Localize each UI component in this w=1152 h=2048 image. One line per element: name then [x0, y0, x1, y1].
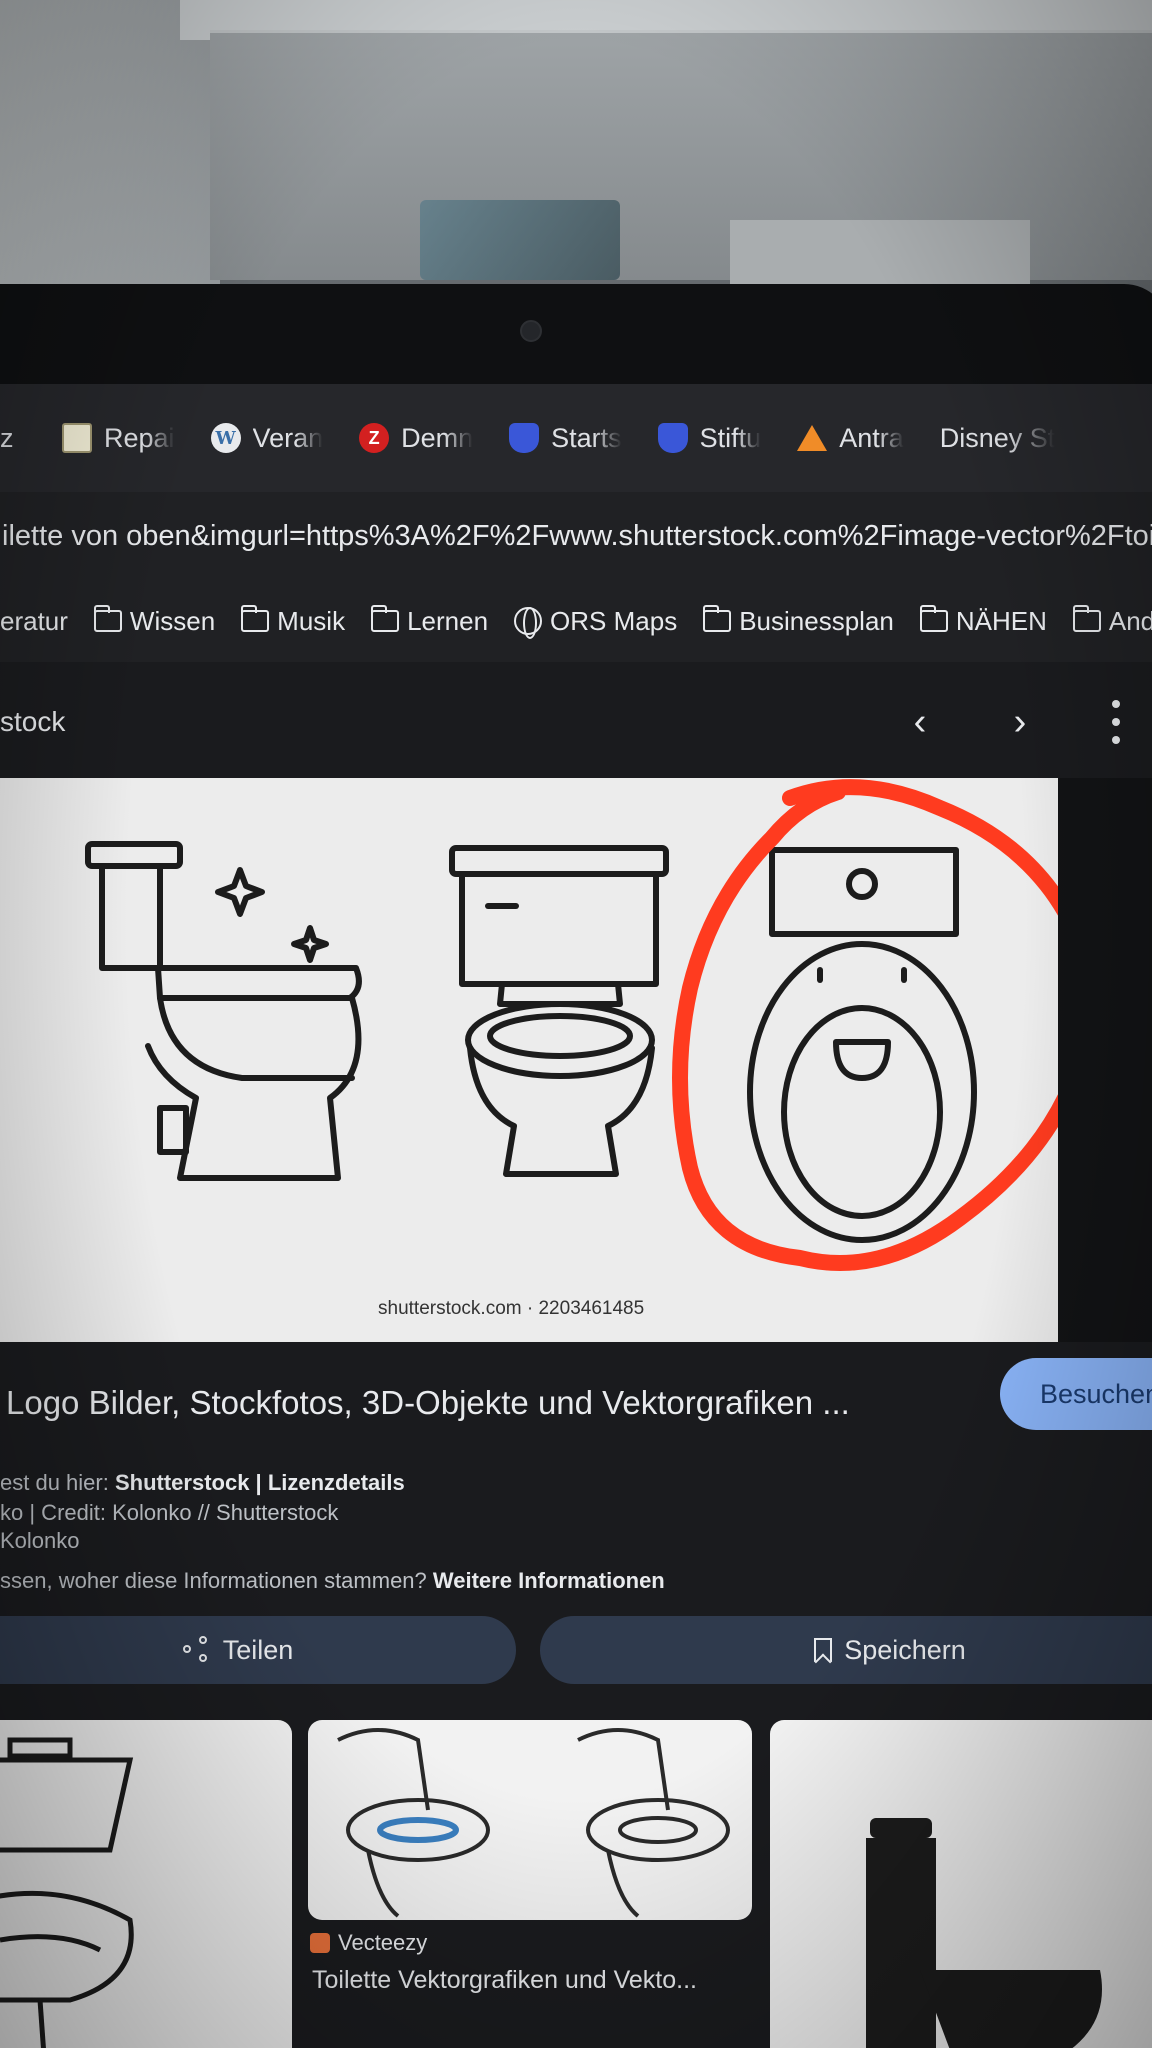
related-source: Vecteezy	[310, 1930, 427, 1956]
tab-7[interactable]: Disney St	[922, 408, 1074, 468]
info-prefix: ssen, woher diese Informationen stammen?	[0, 1568, 433, 1593]
bookmark-icon	[814, 1638, 833, 1662]
tab-label: Veran	[252, 422, 324, 453]
chevron-left-icon[interactable]: ‹	[900, 701, 940, 743]
shield-icon	[657, 423, 688, 453]
related-thumbnail[interactable]	[0, 1720, 292, 2048]
more-vert-icon[interactable]	[1106, 700, 1126, 744]
tab-0[interactable]: z	[0, 408, 44, 468]
tab-3[interactable]: Z Demn	[341, 408, 491, 468]
tab-label: z	[0, 422, 14, 453]
share-icon	[182, 1636, 211, 1664]
info-line: ssen, woher diese Informationen stammen?…	[0, 1568, 665, 1594]
author-line: Kolonko	[0, 1528, 80, 1553]
background-wall	[0, 0, 220, 330]
image-watermark: shutterstock.com · 2203461485	[378, 1298, 645, 1319]
credit-line: ko | Credit: Kolonko // Shutterstock	[0, 1500, 339, 1525]
source-title: stock	[0, 706, 66, 737]
source-link[interactable]: Shutterstock	[115, 1470, 249, 1495]
bookmark-3[interactable]: Lernen	[371, 605, 489, 637]
panel-edge	[1058, 778, 1152, 1342]
share-label: Teilen	[222, 1634, 294, 1665]
bookmark-6[interactable]: NÄHEN	[919, 605, 1047, 637]
related-thumbnail[interactable]	[308, 1720, 752, 1920]
related-source-label: Vecteezy	[338, 1930, 428, 1955]
tab-label: Demn	[401, 422, 474, 453]
save-button[interactable]: Speichern	[540, 1616, 1152, 1684]
toilet-drawing-image	[337, 1728, 730, 1918]
z-logo-icon: Z	[359, 423, 390, 453]
tab-5[interactable]: Stiftu	[640, 408, 780, 468]
vecteezy-icon	[310, 1933, 330, 1953]
background-object	[730, 220, 1030, 290]
separator: |	[249, 1470, 268, 1495]
tab-label: Antra	[839, 422, 904, 453]
tablet-frame: z Repai W Veran Z Demn Starts Stiftu Ant…	[0, 284, 1152, 2048]
bookmark-label: Wissen	[129, 605, 216, 636]
folder-icon	[371, 605, 400, 632]
related-title[interactable]: Toilette Vektorgrafiken und Vekto...	[312, 1966, 697, 1995]
bookmark-label: ORS Maps	[550, 605, 678, 636]
more-info-link[interactable]: Weitere Informationen	[433, 1568, 665, 1593]
folder-icon	[703, 605, 732, 632]
cone-icon	[797, 425, 828, 451]
tab-2[interactable]: W Veran	[193, 408, 342, 468]
address-bar[interactable]: ilette von oben&imgurl=https%3A%2F%2Fwww…	[0, 492, 1152, 580]
share-button[interactable]: Teilen	[0, 1616, 516, 1684]
wordpress-icon: W	[210, 423, 241, 453]
folder-icon	[241, 605, 270, 632]
tab-label: Disney St	[939, 422, 1056, 453]
toilet-front-icon	[449, 845, 669, 1177]
bookmark-1[interactable]: Wissen	[93, 605, 216, 637]
bookmark-label: Androi	[1108, 605, 1152, 636]
bookmark-label: NÄHEN	[955, 605, 1047, 636]
chevron-right-icon[interactable]: ›	[1000, 701, 1040, 743]
tab-4[interactable]: Starts	[491, 408, 640, 468]
front-camera	[520, 320, 542, 342]
image-preview[interactable]: shutterstock.com · 2203461485	[0, 778, 1058, 1342]
browser-screen: z Repai W Veran Z Demn Starts Stiftu Ant…	[0, 384, 1152, 2048]
tab-label: Repai	[104, 422, 175, 453]
bookmark-label: Musik	[277, 605, 346, 636]
toilet-side-icon	[85, 841, 362, 1181]
tab-strip: z Repai W Veran Z Demn Starts Stiftu Ant…	[0, 384, 1152, 492]
bookmark-label: Businessplan	[739, 605, 894, 636]
bookmark-2[interactable]: Musik	[241, 605, 346, 637]
background-room	[0, 0, 1152, 330]
result-title[interactable]: Logo Bilder, Stockfotos, 3D-Objekte und …	[6, 1384, 966, 1422]
toilet-silhouette-image	[866, 1818, 1102, 2048]
page-icon	[62, 423, 92, 453]
tab-1[interactable]: Repai	[44, 408, 193, 468]
red-annotation-circle	[672, 779, 1058, 1271]
bookmark-label: eratur	[0, 605, 68, 636]
visit-button[interactable]: Besuchen	[1000, 1358, 1152, 1430]
license-details-link[interactable]: Lizenzdetails	[268, 1470, 405, 1495]
tab-label: Starts	[551, 422, 622, 453]
toilet-top-icon	[747, 847, 977, 1243]
shield-icon	[509, 423, 540, 453]
bookmark-7[interactable]: Androi	[1072, 605, 1152, 637]
image-search-panel: stock ‹ › shutterstock.com · 2203461485 …	[0, 662, 1152, 2048]
bookmark-5[interactable]: Businessplan	[703, 605, 894, 637]
tab-6[interactable]: Antra	[779, 408, 922, 468]
toilet-icons-illustration	[85, 779, 1058, 1271]
bookmark-0[interactable]: eratur	[0, 606, 68, 637]
toilet-sketch-image	[0, 1737, 134, 2048]
background-object	[420, 200, 620, 280]
tab-label: Stiftu	[699, 422, 762, 453]
related-thumbnail[interactable]	[770, 1720, 1152, 2048]
bookmark-label: Lernen	[407, 605, 489, 636]
folder-icon	[919, 605, 948, 632]
folder-icon	[93, 605, 122, 632]
folder-icon	[1072, 605, 1101, 632]
license-prefix: est du hier:	[0, 1470, 115, 1495]
globe-icon	[514, 607, 543, 639]
url-text: ilette von oben&imgurl=https%3A%2F%2Fwww…	[2, 519, 1152, 552]
save-label: Speichern	[844, 1634, 966, 1665]
bookmarks-bar: eratur Wissen Musik Lernen ORS Maps Busi…	[0, 580, 1152, 662]
bookmark-4[interactable]: ORS Maps	[514, 605, 678, 639]
license-line: est du hier: Shutterstock | Lizenzdetail…	[0, 1470, 405, 1496]
